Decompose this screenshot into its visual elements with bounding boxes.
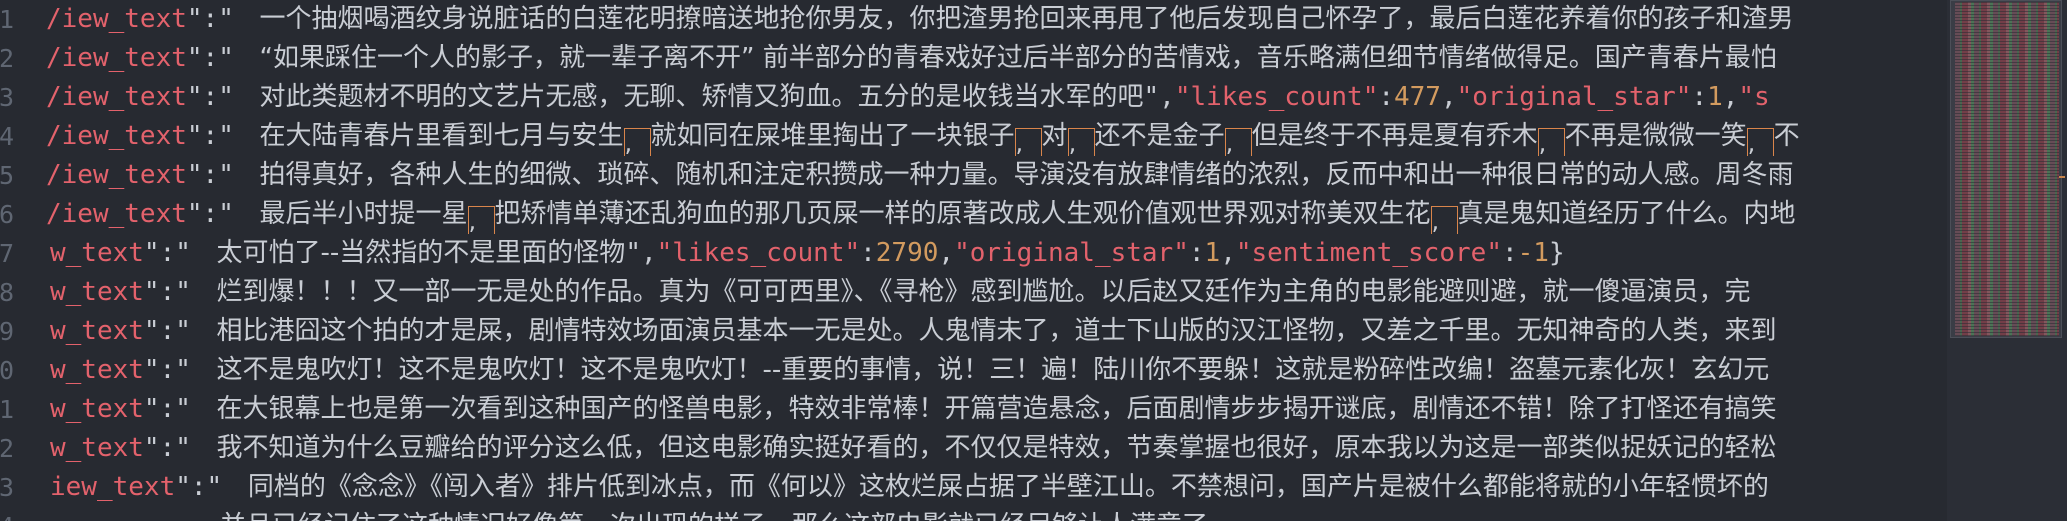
code-line-9[interactable]: w_text":" 相比港囧这个拍的才是屎，剧情特效场面演员基本一无是处。人鬼情… — [0, 312, 1947, 351]
code-line-12[interactable]: w_text":" 我不知道为什么豆瓣给的评分这么低，但这电影确实挺好看的，不仅… — [0, 429, 1947, 468]
original-star-key: original_star — [969, 238, 1174, 268]
comma-highlight-icon: , — [1430, 206, 1458, 234]
comma-highlight-icon: , — [623, 128, 651, 156]
likes-count-value: 2790 — [875, 238, 939, 268]
line-number: 7 — [0, 239, 14, 268]
review-text: 烂到爆！！！又一部一无是处的作品。真为《可可西里》、《寻枪》感到尴尬。以后赵又廷… — [216, 277, 1751, 307]
line-number: 4 — [0, 122, 14, 151]
json-key: /iew_text — [46, 121, 187, 151]
closing-brace: } — [1548, 238, 1565, 268]
json-key: w_text — [50, 394, 144, 424]
json-key: /iew_text — [46, 199, 187, 229]
review-text: 一个抽烟喝酒纹身说脏话的白莲花明撩暗送地抢你男友，你把渣男抢回来再甩了他后发现自… — [259, 4, 1794, 34]
review-text: 同档的《念念》《闯入者》排片低到冰点，而《何以》这枚烂屎占据了半壁江山。不禁想问… — [247, 472, 1769, 502]
comma-highlight-icon: , — [1746, 128, 1774, 156]
comma-highlight-icon: , — [1224, 128, 1252, 156]
line-number: 9 — [0, 317, 14, 346]
code-line-1[interactable]: /iew_text":" 一个抽烟喝酒纹身说脏话的白莲花明撩暗送地抢你男友，你把… — [0, 0, 1947, 39]
line-number: 0 — [0, 356, 14, 385]
line-number: 2 — [0, 434, 14, 463]
comma-highlight-icon: , — [467, 206, 495, 234]
json-key: w_text — [50, 433, 144, 463]
review-text: 还不是金子 — [1094, 121, 1225, 151]
json-key: w_text — [50, 238, 144, 268]
likes-count-key: likes_count — [672, 238, 845, 268]
line-number: 2 — [0, 44, 14, 73]
review-text: 相比港囧这个拍的才是屎，剧情特效场面演员基本一无是处。人鬼情未了，道士下山版的汉… — [216, 316, 1777, 346]
minimap-marker — [2059, 176, 2065, 178]
review-text: 不再是微微一笑 — [1564, 121, 1747, 151]
sentiment-score-key: sentiment_score — [1251, 238, 1487, 268]
code-line-3[interactable]: /iew_text":" 对此类题材不明的文艺片无感，无聊、矫情又狗血。五分的是… — [0, 78, 1947, 117]
code-line-5[interactable]: /iew_text":" 拍得真好，各种人生的细微、琐碎、随机和注定积攒成一种力… — [0, 156, 1947, 195]
code-line-2[interactable]: /iew_text":" “如果踩住一个人的影子，就一辈子离不开” 前半部分的青… — [0, 39, 1947, 78]
review-text: 真是鬼知道经历了什么。内地 — [1457, 199, 1796, 229]
original-star-value: 1 — [1204, 238, 1221, 268]
code-line-13[interactable]: iew_text":" 同档的《念念》《闯入者》排片低到冰点，而《何以》这枚烂屎… — [0, 468, 1947, 507]
json-key: /iew_text — [46, 82, 187, 112]
review-text: 在大银幕上也是第一次看到这种国产的怪兽电影，特效非常棒！开篇营造悬念，后面剧情步… — [216, 394, 1777, 424]
review-text: 对 — [1041, 121, 1068, 151]
review-text: 我不知道为什么豆瓣给的评分这么低，但这电影确实挺好看的，不仅仅是特效，节奏掌握也… — [216, 433, 1777, 463]
review-text: 把矫情单薄还乱狗血的那几页屎一样的原著改成人生观价值观世界观对称美双生花 — [494, 199, 1431, 229]
sentiment-score-value: -1 — [1517, 238, 1549, 268]
review-text: 太可怕了--当然指的不是里面的怪物 — [216, 238, 626, 268]
line-number: 4 — [0, 507, 14, 521]
review-text: 就如同在屎堆里掏出了一块银子 — [650, 121, 1015, 151]
review-text: 这不是鬼吹灯！这不是鬼吹灯！这不是鬼吹灯！--重要的事情，说！三！遍！陆川你不要… — [216, 355, 1770, 385]
review-text: 但是终于不再是夏有乔木 — [1251, 121, 1538, 151]
comma-highlight-icon: , — [1067, 128, 1095, 156]
json-key: /iew_text — [46, 160, 187, 190]
line-number: 3 — [0, 83, 14, 112]
code-line-8[interactable]: w_text":" 烂到爆！！！又一部一无是处的作品。真为《可可西里》、《寻枪》… — [0, 273, 1947, 312]
code-line-14[interactable]: 并且已经记住了这种情况好像第一次出现的样子，那么这部电影就已经足够让人满意了 — [0, 507, 1947, 521]
code-line-7[interactable]: w_text":" 太可怕了--当然指的不是里面的怪物","likes_coun… — [0, 234, 1947, 273]
json-key: /iew_text — [46, 43, 187, 73]
json-key: w_text — [50, 277, 144, 307]
original-star-key: original_star — [1472, 82, 1676, 112]
line-number: 3 — [0, 473, 14, 502]
review-text: 最后半小时提一星 — [259, 199, 468, 229]
code-line-4[interactable]: /iew_text":" 在大陆青春片里看到七月与安生, 就如同在屎堆里掏出了一块… — [0, 117, 1947, 156]
review-text: 在大陆青春片里看到七月与安生 — [259, 121, 624, 151]
comma-highlight-icon: , — [1537, 128, 1565, 156]
line-number: 5 — [0, 161, 14, 190]
likes-count-value: 477 — [1394, 82, 1441, 112]
minimap[interactable] — [1947, 0, 2067, 521]
review-text: “如果踩住一个人的影子，就一辈子离不开” 前半部分的青春戏好过后半部分的苦情戏，… — [259, 43, 1777, 73]
truncated-key: "s — [1738, 82, 1770, 112]
review-text: 并且已经记住了这种情况好像第一次出现的样子，那么这部电影就已经足够让人满意了 — [220, 511, 1208, 521]
code-line-6[interactable]: /iew_text":" 最后半小时提一星, 把矫情单薄还乱狗血的那几页屎一样的原… — [0, 195, 1947, 234]
review-text: 拍得真好，各种人生的细微、琐碎、随机和注定积攒成一种力量。导演没有放肆情绪的浓烈… — [259, 160, 1794, 190]
comma-highlight-icon: , — [1014, 128, 1042, 156]
likes-count-key: likes_count — [1190, 82, 1363, 112]
minimap-code-preview — [1955, 2, 2059, 336]
line-number-gutter: 1 2 3 4 5 6 7 8 9 0 1 2 3 4 — [0, 0, 14, 521]
json-key: w_text — [50, 355, 144, 385]
original-star-value: 1 — [1707, 82, 1723, 112]
json-key: w_text — [50, 316, 144, 346]
json-key: iew_text — [50, 472, 176, 502]
code-line-10[interactable]: w_text":" 这不是鬼吹灯！这不是鬼吹灯！这不是鬼吹灯！--重要的事情，说… — [0, 351, 1947, 390]
line-number: 1 — [0, 395, 14, 424]
review-text: 对此类题材不明的文艺片无感，无聊、矫情又狗血。五分的是收钱当水军的吧 — [259, 82, 1144, 112]
line-number: 8 — [0, 278, 14, 307]
review-text: 不 — [1773, 121, 1800, 151]
line-number: 1 — [0, 5, 14, 34]
line-number: 6 — [0, 200, 14, 229]
code-line-11[interactable]: w_text":" 在大银幕上也是第一次看到这种国产的怪兽电影，特效非常棒！开篇… — [0, 390, 1947, 429]
code-editor[interactable]: 1 2 3 4 5 6 7 8 9 0 1 2 3 4 /iew_text":"… — [0, 0, 1947, 521]
json-key: /iew_text — [46, 4, 187, 34]
